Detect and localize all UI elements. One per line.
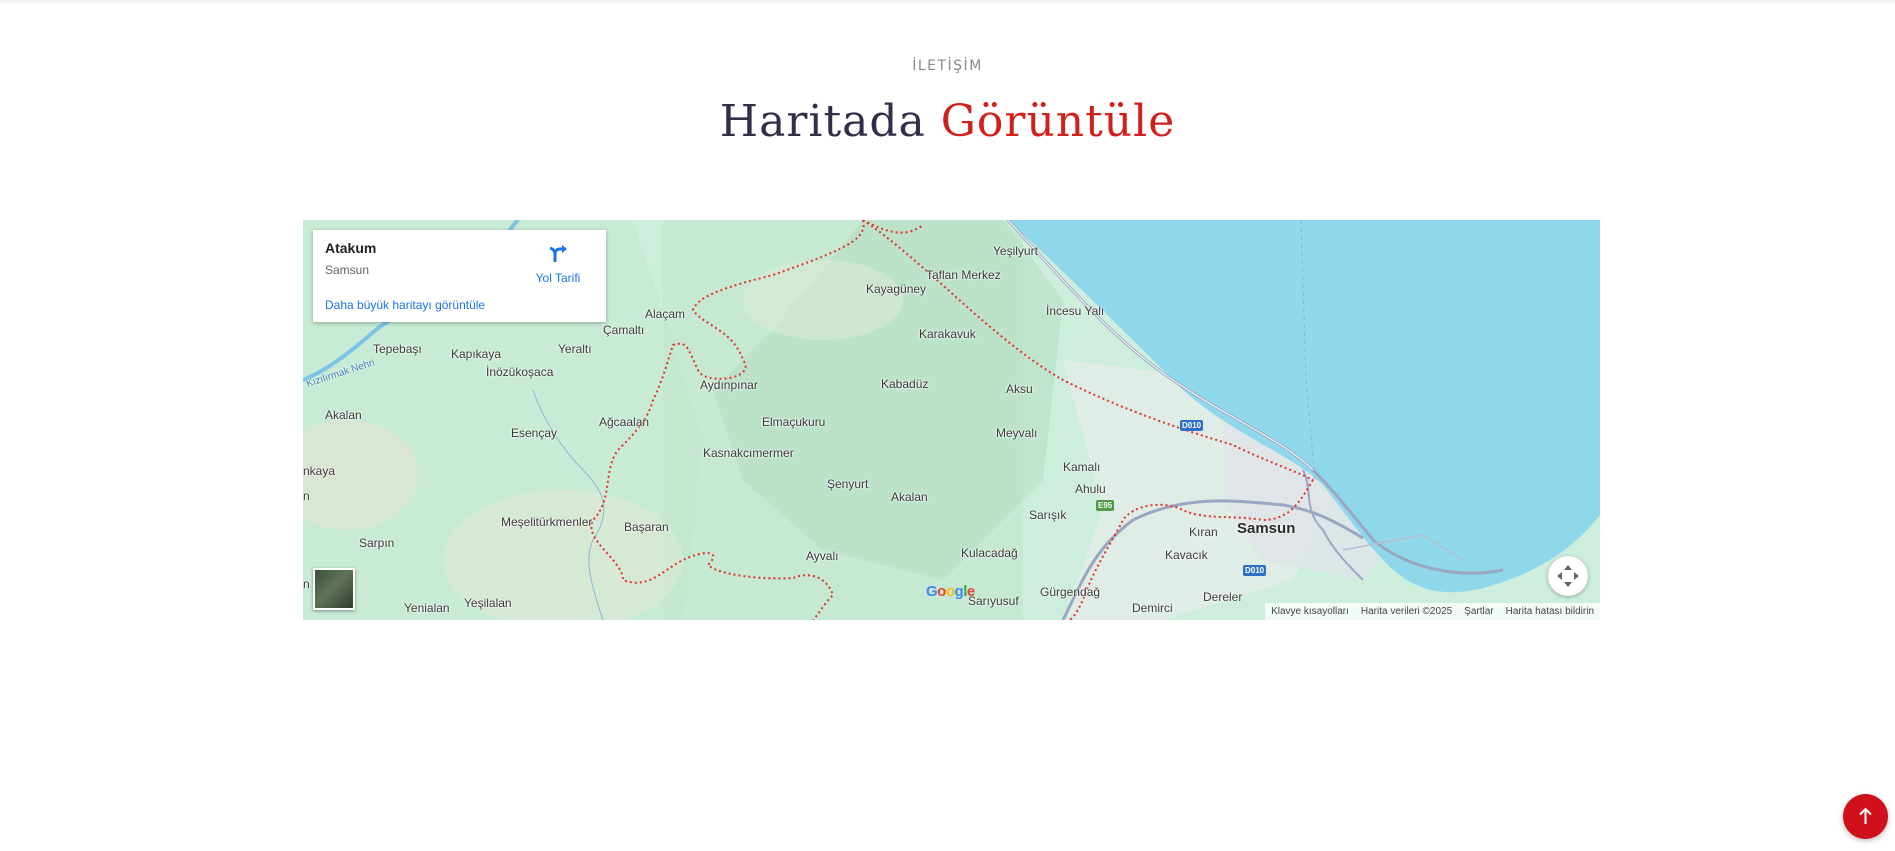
place-label: Aksu: [1006, 382, 1033, 396]
place-label: Kıran: [1189, 525, 1218, 539]
place-label: Şenyurt: [827, 477, 869, 491]
road-shield: D010: [1243, 565, 1267, 576]
larger-map-link[interactable]: Daha büyük haritayı görüntüle: [325, 298, 485, 312]
fullscreen-icon: [1557, 565, 1579, 587]
place-label: Yeşilyurt: [993, 244, 1038, 258]
scroll-to-top-button[interactable]: [1843, 794, 1888, 839]
place-label-city: Samsun: [1237, 520, 1296, 537]
place-label: Meyvalı: [996, 426, 1038, 440]
header-edge: [0, 0, 1895, 2]
place-label: Elmaçukuru: [762, 415, 826, 429]
road-shield: D010: [1180, 420, 1204, 431]
arrow-up-icon: [1859, 807, 1872, 824]
place-label: nkaya: [303, 464, 336, 478]
place-label: Kasnakcımermer: [703, 446, 794, 460]
place-label: Ağcaalan: [599, 415, 650, 429]
fullscreen-button[interactable]: [1548, 556, 1588, 596]
place-label: Kamalı: [1063, 460, 1101, 474]
place-info-card: Atakum Samsun Yol Tarifi Daha büyük hari…: [313, 230, 606, 322]
place-label: Tepebaşı: [373, 342, 422, 356]
place-label: Aydınpınar: [700, 378, 758, 392]
place-label: Akalan: [325, 408, 362, 422]
directions-icon: [549, 245, 567, 262]
report-error-link[interactable]: Harita hatası bildirin: [1506, 606, 1594, 617]
map-data-credit: Harita verileri ©2025: [1360, 606, 1453, 617]
terms-link[interactable]: Şartlar: [1464, 606, 1493, 617]
place-label: Kulacadağ: [961, 546, 1018, 560]
place-label: Kayagüney: [866, 282, 927, 296]
place-label: Başaran: [624, 520, 669, 534]
place-label: İncesu Yalı: [1046, 304, 1105, 318]
place-label: n: [303, 489, 310, 503]
google-logo: Google: [926, 583, 975, 600]
place-label: Ayvalı: [806, 549, 839, 563]
place-title: Atakum: [325, 240, 377, 256]
place-label: Gürgendağ: [1040, 585, 1101, 599]
place-label: Esençay: [511, 426, 558, 440]
section-eyebrow: İLETİŞİM: [912, 58, 983, 74]
place-label: Demirci: [1132, 601, 1173, 615]
place-label: Meşelitürkmenler: [501, 515, 593, 529]
place-subtitle: Samsun: [325, 263, 370, 277]
satellite-layer-icon[interactable]: [313, 568, 355, 610]
place-label: Akalan: [891, 490, 928, 504]
place-label: Kavacık: [1165, 548, 1208, 562]
map-attribution-bar: Klavye kısayolları Harita verileri ©2025…: [1265, 603, 1600, 620]
place-label: Sarpın: [359, 536, 395, 550]
place-label: Alaçam: [645, 307, 686, 321]
place-label: Taflan Merkez: [926, 268, 1001, 282]
place-label: İnözükoşaca: [486, 365, 554, 379]
road-shield: E95: [1096, 500, 1115, 511]
place-label: n: [303, 577, 310, 591]
place-label: Ahulu: [1075, 482, 1106, 496]
place-label: Yeraltı: [558, 342, 592, 356]
section-heading: Haritada Görüntüle: [0, 95, 1895, 149]
place-label: Yenialan: [404, 601, 450, 615]
place-label: Dereler: [1203, 590, 1243, 604]
place-label: Karakavuk: [919, 327, 976, 341]
place-label: Sarıyusuf: [968, 594, 1019, 608]
place-label: Kabadüz: [881, 377, 929, 391]
place-label: Çamaltı: [603, 323, 645, 337]
keyboard-shortcuts-link[interactable]: Klavye kısayolları: [1271, 606, 1349, 617]
place-label: Sarışık: [1029, 508, 1067, 522]
heading-part-dark: Haritada: [719, 96, 926, 147]
directions-label: Yol Tarifi: [535, 271, 581, 285]
place-label: Yeşilalan: [464, 596, 512, 610]
embedded-map[interactable]: Yeşilyurt Taflan Merkez Kayagüney İncesu…: [303, 220, 1600, 620]
place-label: Kapıkaya: [451, 347, 502, 361]
directions-button[interactable]: Yol Tarifi: [528, 242, 588, 285]
heading-part-red: Görüntüle: [940, 96, 1176, 147]
